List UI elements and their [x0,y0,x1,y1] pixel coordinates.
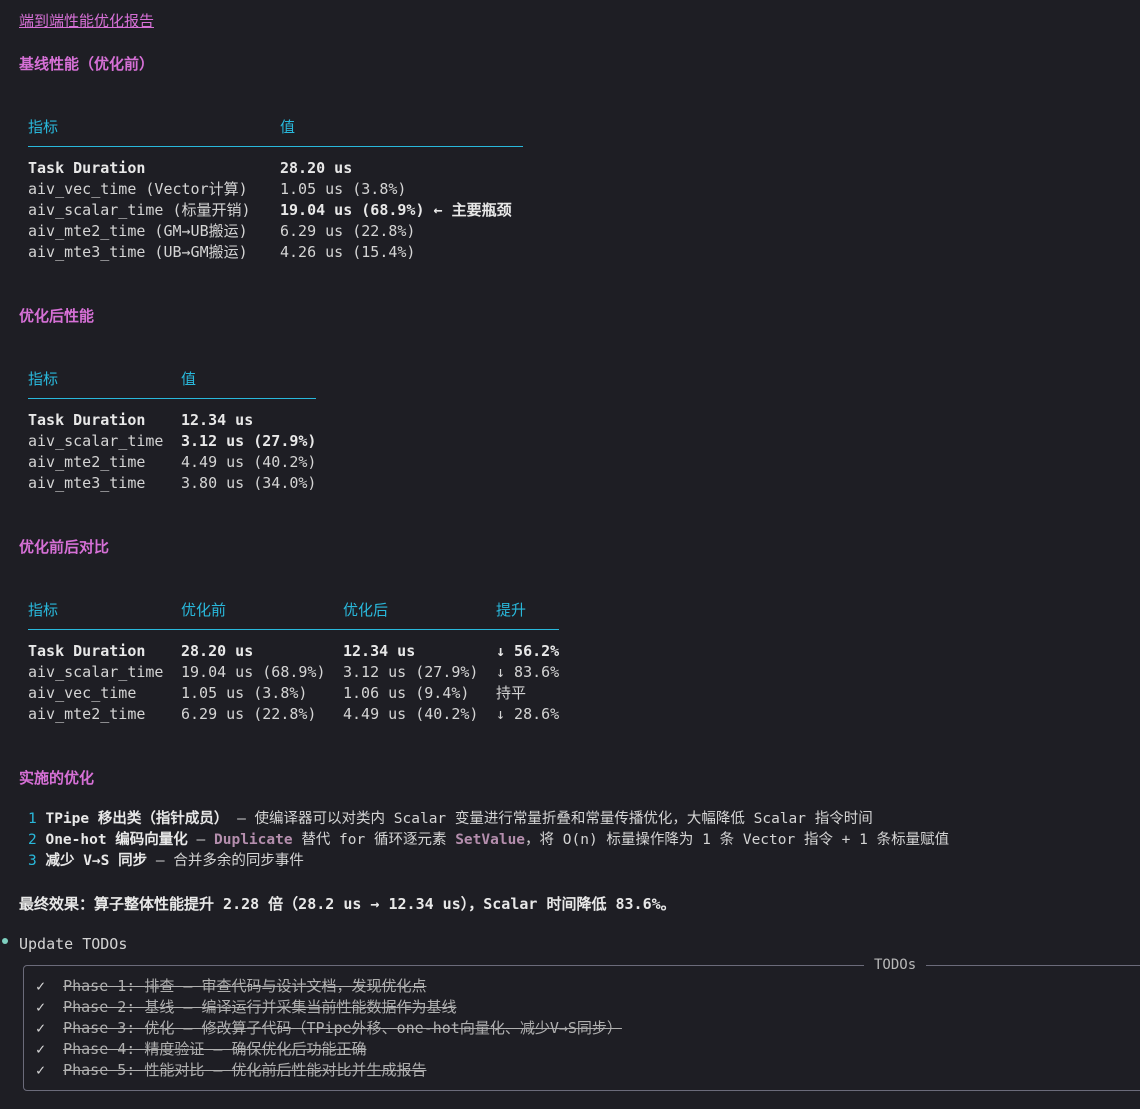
todo-text: Phase 5: 性能对比 — 优化前后性能对比并生成报告 [63,1061,427,1079]
status-dot-icon [2,938,8,944]
todo-text: Phase 4: 精度验证 — 确保优化后功能正确 [63,1040,367,1058]
list-number: 1 [28,811,37,827]
code-keyword: Duplicate [214,832,293,848]
optimization-item-3: 3 减少 V→S 同步 — 合并多余的同步事件 [28,851,304,872]
compare-header-metric: 指标 [28,601,59,619]
before-cell: 1.05 us (3.8%) [181,684,308,702]
check-icon: ✓ [36,1061,46,1079]
optimizations-heading: 实施的优化 [19,769,95,787]
after-header-value: 值 [181,370,197,388]
todo-text: Phase 3: 优化 — 修改算子代码（TPipe外移、one-hot向量化、… [63,1019,622,1037]
before-cell: 19.04 us (68.9%) [181,663,326,681]
optimization-title: One-hot 编码向量化 [45,832,188,848]
after-header-metric: 指标 [28,370,59,388]
todo-text: Phase 1: 排查 — 审查代码与设计文档，发现优化点 [63,977,427,995]
check-icon: ✓ [36,1040,46,1058]
after-cell: 1.06 us (9.4%) [343,684,470,702]
optimization-desc: — 使编译器可以对类内 Scalar 变量进行常量折叠和常量传播优化，大幅降低 … [228,811,873,827]
optimization-title: TPipe 移出类（指针成员） [45,811,229,827]
optimization-desc: ，将 O(n) 标量操作降为 1 条 Vector 指令 + 1 条标量赋值 [525,832,950,848]
todo-item: ✓ Phase 5: 性能对比 — 优化前后性能对比并生成报告 [36,1060,426,1081]
optimization-item-1: 1 TPipe 移出类（指针成员） — 使编译器可以对类内 Scalar 变量进… [28,809,873,830]
gain-cell: ↓ 83.6% [496,663,560,681]
code-keyword: SetValue [455,832,526,848]
value-cell: 3.80 us (34.0%) [181,474,317,492]
value-cell: 3.12 us (27.9%) [181,432,317,450]
metric-cell: aiv_vec_time [28,684,137,702]
value-cell: 12.34 us [181,411,254,429]
baseline-header-metric: 指标 [28,118,59,136]
optimization-item-2: 2 One-hot 编码向量化 — Duplicate 替代 for 循环逐元素… [28,830,949,851]
gain-cell: ↓ 56.2% [496,642,560,660]
todos-panel-label: TODOs [864,957,927,973]
value-cell: 4.49 us (40.2%) [181,453,317,471]
todo-text: Phase 2: 基线 — 编译运行并采集当前性能数据作为基线 [63,998,457,1016]
gain-cell: ↓ 28.6% [496,705,560,723]
metric-cell: aiv_scalar_time [28,432,164,450]
metric-cell: aiv_scalar_time [28,663,164,681]
check-icon: ✓ [36,998,46,1016]
todo-item: ✓ Phase 1: 排查 — 审查代码与设计文档，发现优化点 [36,976,426,997]
metric-cell: aiv_vec_time (Vector计算) [28,180,248,198]
metric-cell: aiv_mte3_time (UB→GM搬运) [28,243,248,261]
value-cell: 6.29 us (22.8%) [280,222,416,240]
metric-cell: aiv_mte2_time [28,453,146,471]
after-cell: 3.12 us (27.9%) [343,663,479,681]
gain-cell: 持平 [496,684,527,702]
after-header-rule [28,398,316,399]
todo-item: ✓ Phase 3: 优化 — 修改算子代码（TPipe外移、one-hot向量… [36,1018,622,1039]
check-icon: ✓ [36,1019,46,1037]
report-title[interactable]: 端到端性能优化报告 [19,10,154,31]
optimization-sep: — [187,832,215,848]
compare-header-rule [28,629,559,630]
value-cell: 19.04 us (68.9%) ← 主要瓶颈 [280,201,512,219]
list-number: 3 [28,853,37,869]
baseline-heading: 基线性能（优化前） [19,55,155,73]
metric-cell: aiv_mte2_time [28,705,146,723]
baseline-header-value: 值 [280,118,296,136]
compare-heading: 优化前后对比 [19,538,110,556]
value-cell: 28.20 us [280,159,353,177]
value-cell: 1.05 us (3.8%) [280,180,407,198]
update-todos-label: Update TODOs [19,935,128,953]
compare-header-after: 优化后 [343,601,389,619]
optimization-desc: — 合并多余的同步事件 [147,853,304,869]
after-cell: 12.34 us [343,642,416,660]
after-heading: 优化后性能 [19,307,95,325]
final-summary: 最终效果：算子整体性能提升 2.28 倍（28.2 us → 12.34 us）… [19,895,676,913]
todo-item: ✓ Phase 4: 精度验证 — 确保优化后功能正确 [36,1039,366,1060]
metric-cell: Task Duration [28,642,146,660]
metric-cell: aiv_scalar_time (标量开销) [28,201,251,219]
before-cell: 28.20 us [181,642,254,660]
before-cell: 6.29 us (22.8%) [181,705,317,723]
value-cell: 4.26 us (15.4%) [280,243,416,261]
compare-header-gain: 提升 [496,601,527,619]
metric-cell: Task Duration [28,159,146,177]
after-cell: 4.49 us (40.2%) [343,705,479,723]
list-number: 2 [28,832,37,848]
check-icon: ✓ [36,977,46,995]
baseline-header-rule [28,146,523,147]
todo-item: ✓ Phase 2: 基线 — 编译运行并采集当前性能数据作为基线 [36,997,456,1018]
metric-cell: Task Duration [28,411,146,429]
compare-header-before: 优化前 [181,601,227,619]
metric-cell: aiv_mte2_time (GM→UB搬运) [28,222,248,240]
optimization-title: 减少 V→S 同步 [45,853,148,869]
metric-cell: aiv_mte3_time [28,474,146,492]
optimization-desc: 替代 for 循环逐元素 [292,832,456,848]
